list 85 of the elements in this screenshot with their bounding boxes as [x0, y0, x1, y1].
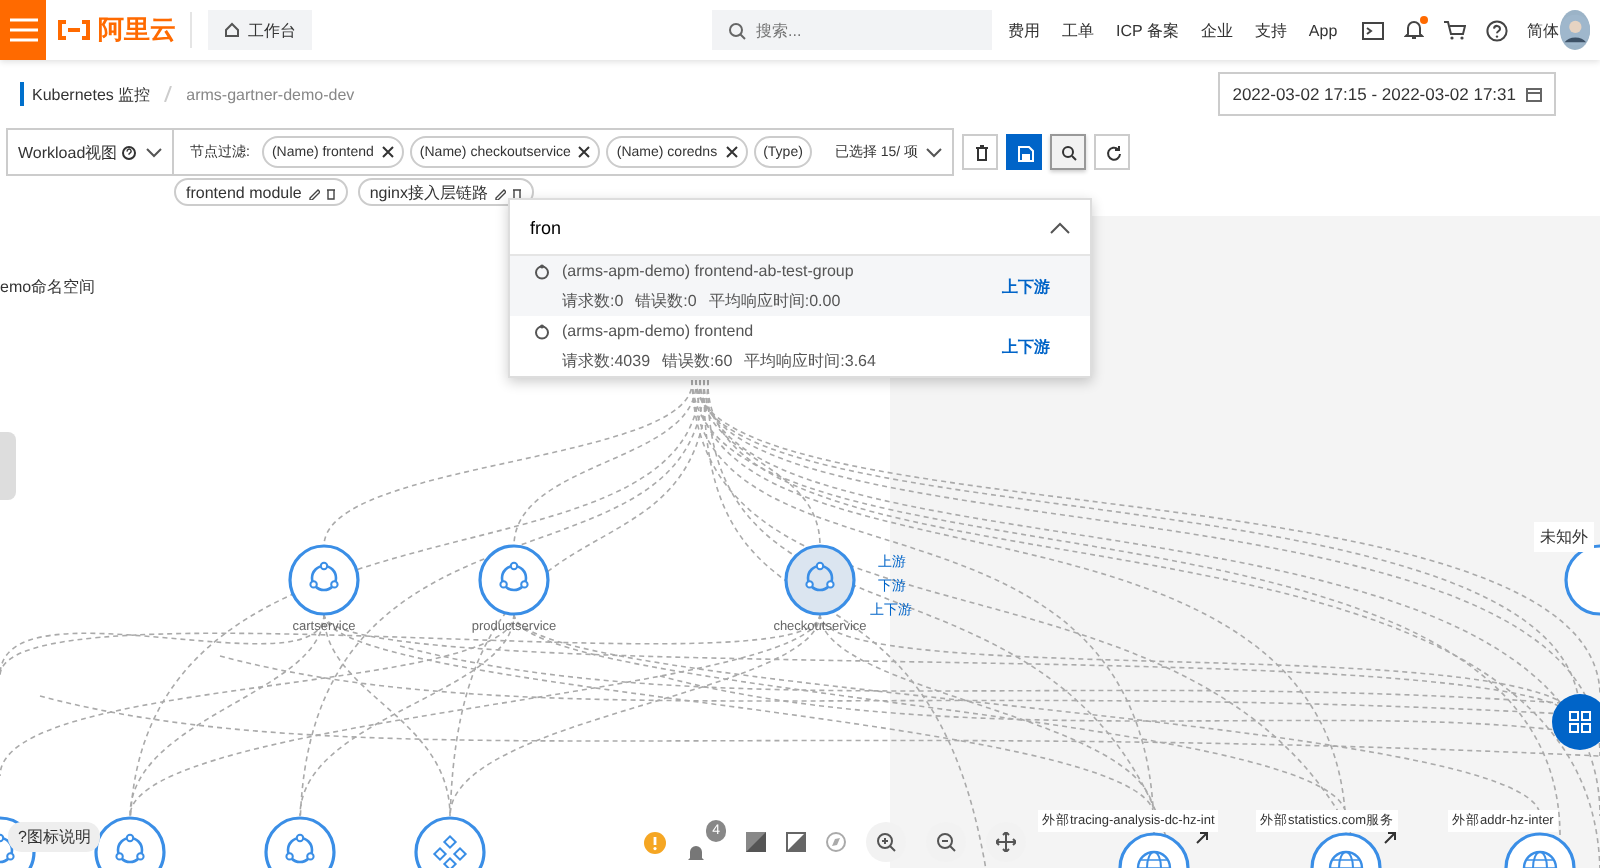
- chevron-down-icon: [146, 147, 162, 157]
- save-icon: [1015, 143, 1033, 161]
- help-icon: [121, 145, 136, 159]
- workbench-button[interactable]: 工作台: [208, 10, 312, 50]
- legend-button[interactable]: ?图标说明: [8, 822, 101, 852]
- avatar-icon[interactable]: [1559, 10, 1590, 50]
- bell-icon: [686, 842, 706, 864]
- time-range-picker[interactable]: 2022-03-02 17:15 - 2022-03-02 17:31: [1218, 72, 1556, 116]
- menu-icon: [9, 18, 37, 42]
- trash-icon: [971, 143, 989, 161]
- search-field[interactable]: 搜索...: [712, 10, 992, 50]
- service-icon: [534, 263, 550, 279]
- service-node[interactable]: [264, 816, 336, 868]
- group-label: 未知外: [1534, 522, 1594, 552]
- service-node[interactable]: [478, 544, 550, 616]
- calendar-icon: [1526, 86, 1542, 102]
- nav-link[interactable]: App: [1308, 21, 1338, 39]
- breadcrumb-item: arms-gartner-demo-dev: [186, 85, 355, 103]
- close-icon[interactable]: [725, 146, 738, 158]
- result-stat: 请求数:4039: [562, 350, 651, 372]
- grid-menu-button[interactable]: [1552, 694, 1600, 750]
- result-stat: 错误数:0: [635, 290, 697, 312]
- result-name: (arms-apm-demo) frontend: [562, 322, 756, 340]
- notification-icon[interactable]: [1403, 17, 1424, 43]
- result-stat: 请求数:0: [562, 290, 624, 312]
- edit-icon[interactable]: [493, 185, 506, 199]
- nav-link[interactable]: 工单: [1062, 19, 1094, 41]
- save-button[interactable]: [1006, 134, 1042, 170]
- nav-link[interactable]: 支持: [1254, 19, 1287, 41]
- close-icon[interactable]: [578, 146, 591, 158]
- close-icon[interactable]: [381, 146, 394, 158]
- collapse-caret-icon[interactable]: [1050, 221, 1070, 233]
- external-node[interactable]: [1310, 832, 1382, 868]
- external-node[interactable]: [1504, 832, 1576, 868]
- grid-icon: [1568, 710, 1592, 734]
- nav-link[interactable]: 企业: [1200, 19, 1233, 41]
- cluster-node[interactable]: [414, 816, 486, 868]
- namespace-label: emo命名空间: [0, 276, 96, 298]
- zoom-out-icon: [936, 832, 956, 852]
- external-node[interactable]: [1118, 832, 1190, 868]
- search-icon: [728, 22, 746, 40]
- result-stat: 错误数:60: [662, 350, 733, 372]
- move-icon: [996, 832, 1016, 852]
- search-dropdown-menu[interactable]: fron (arms-apm-demo) frontend-ab-test-group 上下游 请求数:0 错误数:0 平均响应时间:0.00 (arms-apm-demo) frontend 上下游 请求数:4039 错误数:60 平均响应时间:3.64: [508, 198, 1092, 378]
- sidebar-toggle[interactable]: [0, 432, 16, 500]
- help-icon[interactable]: [1485, 19, 1508, 41]
- trash-icon[interactable]: [325, 185, 336, 199]
- delete-button[interactable]: [962, 134, 998, 170]
- external-node[interactable]: [1564, 544, 1600, 616]
- search-result-item[interactable]: (arms-apm-demo) frontend-ab-test-group 上下游 请求数:0 错误数:0 平均响应时间:0.00: [510, 256, 1090, 316]
- result-stat: 平均响应时间:3.64: [744, 350, 876, 372]
- chevron-down-icon: [926, 147, 942, 157]
- slash-separator-icon: [164, 86, 173, 102]
- edit-icon[interactable]: [307, 185, 320, 199]
- expand-arrow-icon[interactable]: [1196, 832, 1208, 844]
- trash-icon[interactable]: [511, 185, 522, 199]
- service-icon: [534, 323, 550, 339]
- image-icon[interactable]: [786, 832, 806, 852]
- refresh-icon: [1103, 143, 1121, 161]
- service-node[interactable]: [94, 816, 166, 868]
- search-button[interactable]: [1050, 134, 1086, 170]
- language-link[interactable]: 简体: [1527, 19, 1560, 41]
- menu-button[interactable]: [0, 0, 46, 60]
- terminal-icon[interactable]: [1361, 21, 1384, 39]
- home-icon: [224, 22, 240, 38]
- search-icon: [1059, 143, 1077, 161]
- expand-arrow-icon[interactable]: [1384, 832, 1396, 844]
- service-node[interactable]: [784, 544, 856, 616]
- upstream-downstream-link[interactable]: 上下游: [1002, 335, 1050, 357]
- logo-text: 阿里云: [98, 12, 176, 48]
- node-search-field[interactable]: fron: [510, 200, 1050, 254]
- refresh-button[interactable]: [1094, 134, 1130, 170]
- result-name: (arms-apm-demo) frontend-ab-test-group: [562, 262, 856, 280]
- cart-icon[interactable]: [1443, 20, 1466, 40]
- search-result-item[interactable]: (arms-apm-demo) frontend 上下游 请求数:4039 错误数:60 平均响应时间:3.64: [510, 316, 1090, 376]
- nav-link[interactable]: 费用: [1008, 19, 1040, 41]
- upstream-downstream-link[interactable]: 上下游: [1002, 275, 1050, 297]
- zoom-in-icon: [876, 832, 896, 852]
- result-stat: 平均响应时间:0.00: [708, 290, 841, 312]
- view-select[interactable]: Workload视图: [6, 128, 174, 176]
- service-node[interactable]: [288, 544, 360, 616]
- logo-icon: [56, 20, 92, 40]
- saved-filter-chip[interactable]: frontend module: [174, 178, 348, 206]
- nav-link[interactable]: ICP 备案: [1116, 19, 1179, 41]
- breadcrumb-item[interactable]: Kubernetes 监控: [32, 83, 151, 105]
